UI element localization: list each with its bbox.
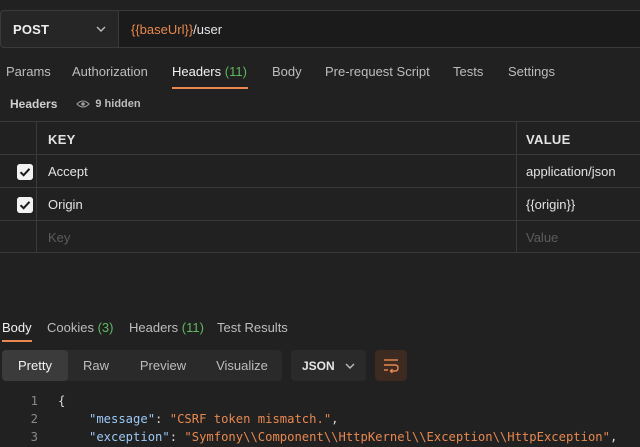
resp-tab-test-results[interactable]: Test Results xyxy=(217,318,288,338)
resp-tab-cookies-count: (3) xyxy=(97,320,114,335)
chevron-down-icon xyxy=(96,26,106,32)
resp-tab-headers-label: Headers xyxy=(129,320,179,335)
hidden-headers-toggle[interactable]: 9 hidden xyxy=(95,98,140,110)
wrap-lines-button[interactable] xyxy=(375,350,407,381)
key-text: Origin xyxy=(48,197,83,212)
key-column-label: KEY xyxy=(48,132,76,147)
checkbox-checked-icon[interactable] xyxy=(17,197,33,213)
headers-toolbar: Headers 9 hidden xyxy=(10,97,141,111)
header-checkbox-cell xyxy=(0,122,37,154)
active-resp-tab-indicator xyxy=(2,340,32,342)
table-header-row: KEY VALUE xyxy=(0,121,640,154)
row-checkbox-cell xyxy=(0,155,37,187)
key-input[interactable]: Key xyxy=(37,221,517,252)
row-checkbox-cell xyxy=(0,188,37,220)
tab-headers-label: Headers xyxy=(172,64,222,79)
code-line: "message": "CSRF token mismatch.", xyxy=(89,412,339,426)
tab-authorization[interactable]: Authorization xyxy=(72,62,148,82)
line-number: 1 xyxy=(30,394,38,408)
resp-tab-body[interactable]: Body xyxy=(2,318,32,338)
tab-headers-count: (11) xyxy=(224,64,247,79)
tab-tests[interactable]: Tests xyxy=(453,62,483,82)
table-row: Accept application/json xyxy=(0,154,640,187)
tab-settings[interactable]: Settings xyxy=(508,62,555,82)
url-variable: {{baseUrl}} xyxy=(131,21,194,37)
key-placeholder: Key xyxy=(48,230,71,245)
eye-icon[interactable] xyxy=(76,99,91,109)
table-row-new: Key Value xyxy=(0,220,640,253)
tab-body[interactable]: Body xyxy=(272,62,302,82)
format-select[interactable]: JSON xyxy=(291,350,366,381)
json-string: "Symfony\\Component\\HttpKernel\\Excepti… xyxy=(184,430,610,444)
method-select[interactable]: POST xyxy=(0,10,118,48)
format-label: JSON xyxy=(302,358,335,373)
resp-tab-headers[interactable]: Headers (11) xyxy=(129,318,204,338)
active-tab-indicator xyxy=(172,87,248,89)
value-cell[interactable]: {{origin}} xyxy=(517,188,640,220)
resp-tab-headers-count: (11) xyxy=(181,320,204,335)
response-tabs: Body Cookies (3) Headers (11) Test Resul… xyxy=(0,316,640,342)
line-number: 2 xyxy=(30,412,38,426)
value-cell[interactable]: application/json xyxy=(517,155,640,187)
key-cell[interactable]: Origin xyxy=(37,188,517,220)
checkbox-checked-icon[interactable] xyxy=(17,164,33,180)
resp-tab-cookies[interactable]: Cookies (3) xyxy=(47,318,113,338)
value-column-label: VALUE xyxy=(526,132,571,147)
view-preview[interactable]: Preview xyxy=(124,350,202,381)
json-key: "exception" xyxy=(89,430,170,444)
value-placeholder: Value xyxy=(526,230,559,245)
code-line: "exception": "Symfony\\Component\\HttpKe… xyxy=(89,430,618,444)
view-raw[interactable]: Raw xyxy=(68,350,124,381)
view-visualize[interactable]: Visualize xyxy=(202,350,282,381)
url-path: /user xyxy=(193,21,223,37)
tab-headers[interactable]: Headers (11) xyxy=(172,62,247,82)
key-text: Accept xyxy=(48,164,88,179)
key-cell[interactable]: Accept xyxy=(37,155,517,187)
value-text: {{origin}} xyxy=(526,197,576,212)
chevron-down-icon xyxy=(345,363,355,369)
resp-tab-cookies-label: Cookies xyxy=(47,320,94,335)
view-mode-selector: Pretty Raw Preview Visualize xyxy=(2,350,282,381)
value-text: application/json xyxy=(526,164,616,179)
request-tabs: Params Authorization Headers (11) Body P… xyxy=(0,62,640,90)
key-column-header: KEY xyxy=(37,122,517,154)
headers-title: Headers xyxy=(10,97,58,111)
line-number: 3 xyxy=(30,430,38,444)
value-input[interactable]: Value xyxy=(517,221,640,252)
value-column-header: VALUE xyxy=(517,122,640,154)
table-row: Origin {{origin}} xyxy=(0,187,640,220)
code-line: { xyxy=(58,394,66,408)
json-string: "CSRF token mismatch." xyxy=(169,412,332,426)
row-checkbox-cell xyxy=(0,221,37,252)
wrap-lines-icon xyxy=(384,359,399,373)
tab-pre-request-script[interactable]: Pre-request Script xyxy=(325,62,430,82)
url-input[interactable]: {{baseUrl}}/user xyxy=(118,10,640,48)
tab-params[interactable]: Params xyxy=(6,62,51,82)
method-label: POST xyxy=(13,21,50,37)
json-key: "message" xyxy=(89,412,156,426)
view-pretty[interactable]: Pretty xyxy=(2,350,68,381)
